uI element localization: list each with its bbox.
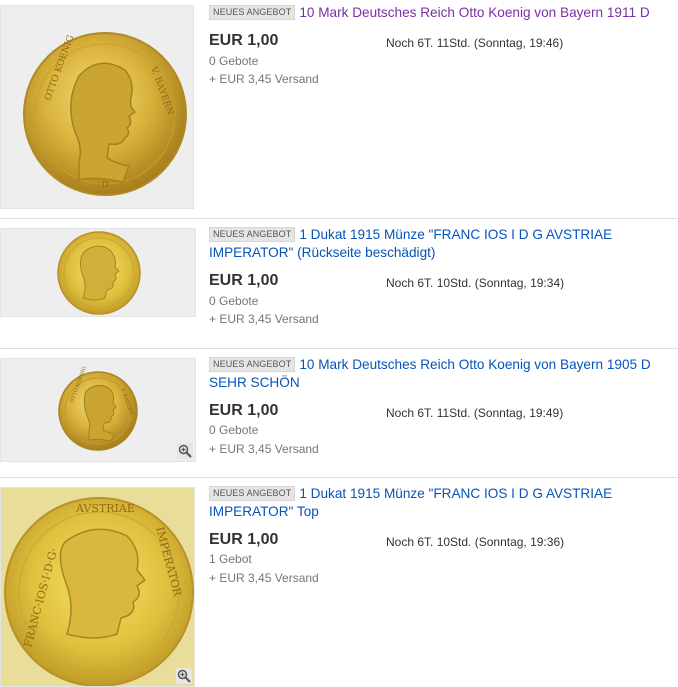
listing-bids: 0 Gebote <box>209 423 259 437</box>
gold-coin-image: OTTO KOENIG V. BAYERN <box>1 359 195 461</box>
listing-image-1[interactable]: OTTO KOENIG V. BAYERN D <box>0 5 194 209</box>
listing-title-1: NEUES ANGEBOT 10 Mark Deutsches Reich Ott… <box>209 4 672 22</box>
new-listing-badge: NEUES ANGEBOT <box>209 357 296 372</box>
gold-coin-image <box>1 229 195 316</box>
listing-price: EUR 1,00 <box>209 272 279 289</box>
magnifier-plus-icon <box>177 669 191 683</box>
new-listing-badge: NEUES ANGEBOT <box>209 486 296 501</box>
listing-item-4: FRANC·IOS·I·D·G· AVSTRIAE IMPERATOR NEUE… <box>0 478 678 687</box>
listing-price: EUR 1,00 <box>209 402 279 419</box>
listing-shipping: + EUR 3,45 Versand <box>209 571 319 585</box>
listing-bids: 1 Gebot <box>209 552 252 566</box>
listing-bids: 0 Gebote <box>209 54 259 68</box>
listing-bids: 0 Gebote <box>209 294 259 308</box>
gold-coin-image: FRANC·IOS·I·D·G· AVSTRIAE IMPERATOR <box>1 488 194 686</box>
zoom-button[interactable] <box>177 443 193 459</box>
listing-shipping: + EUR 3,45 Versand <box>209 442 319 456</box>
listing-shipping: + EUR 3,45 Versand <box>209 72 319 86</box>
listing-price: EUR 1,00 <box>209 531 279 548</box>
coin-mint-mark: D <box>102 180 108 189</box>
zoom-button[interactable] <box>176 668 192 684</box>
listing-item-3: OTTO KOENIG V. BAYERN NEUES ANGEBOT 10 Ma… <box>0 349 678 478</box>
magnifier-plus-icon <box>178 444 192 458</box>
listing-item-1: OTTO KOENIG V. BAYERN D NEUES ANGEBOT 10 … <box>0 0 678 218</box>
listing-price: EUR 1,00 <box>209 32 279 49</box>
listing-time-left: Noch 6T. 11Std. (Sonntag, 19:49) <box>386 406 564 420</box>
coin-legend-top: AVSTRIAE <box>75 502 135 515</box>
listing-image-3[interactable]: OTTO KOENIG V. BAYERN <box>0 358 196 462</box>
listing-time-left: Noch 6T. 11Std. (Sonntag, 19:46) <box>386 36 564 50</box>
listing-title-2: NEUES ANGEBOT 1 Dukat 1915 Münze "FRANC I… <box>209 226 672 262</box>
gold-coin-image: OTTO KOENIG V. BAYERN D <box>1 6 193 208</box>
listing-image-4[interactable]: FRANC·IOS·I·D·G· AVSTRIAE IMPERATOR <box>0 487 195 687</box>
new-listing-badge: NEUES ANGEBOT <box>209 227 296 242</box>
listing-image-2[interactable] <box>0 228 196 317</box>
listing-time-left: Noch 6T. 10Std. (Sonntag, 19:36) <box>386 535 565 549</box>
listing-shipping: + EUR 3,45 Versand <box>209 312 319 326</box>
new-listing-badge: NEUES ANGEBOT <box>209 5 296 20</box>
listing-title-link[interactable]: 10 Mark Deutsches Reich Otto Koenig von … <box>299 5 649 20</box>
listing-title-3: NEUES ANGEBOT 10 Mark Deutsches Reich Ott… <box>209 356 672 392</box>
listing-title-4: NEUES ANGEBOT 1 Dukat 1915 Münze "FRANC I… <box>209 485 672 521</box>
listing-item-2: NEUES ANGEBOT 1 Dukat 1915 Münze "FRANC I… <box>0 219 678 348</box>
listing-time-left: Noch 6T. 10Std. (Sonntag, 19:34) <box>386 276 565 290</box>
